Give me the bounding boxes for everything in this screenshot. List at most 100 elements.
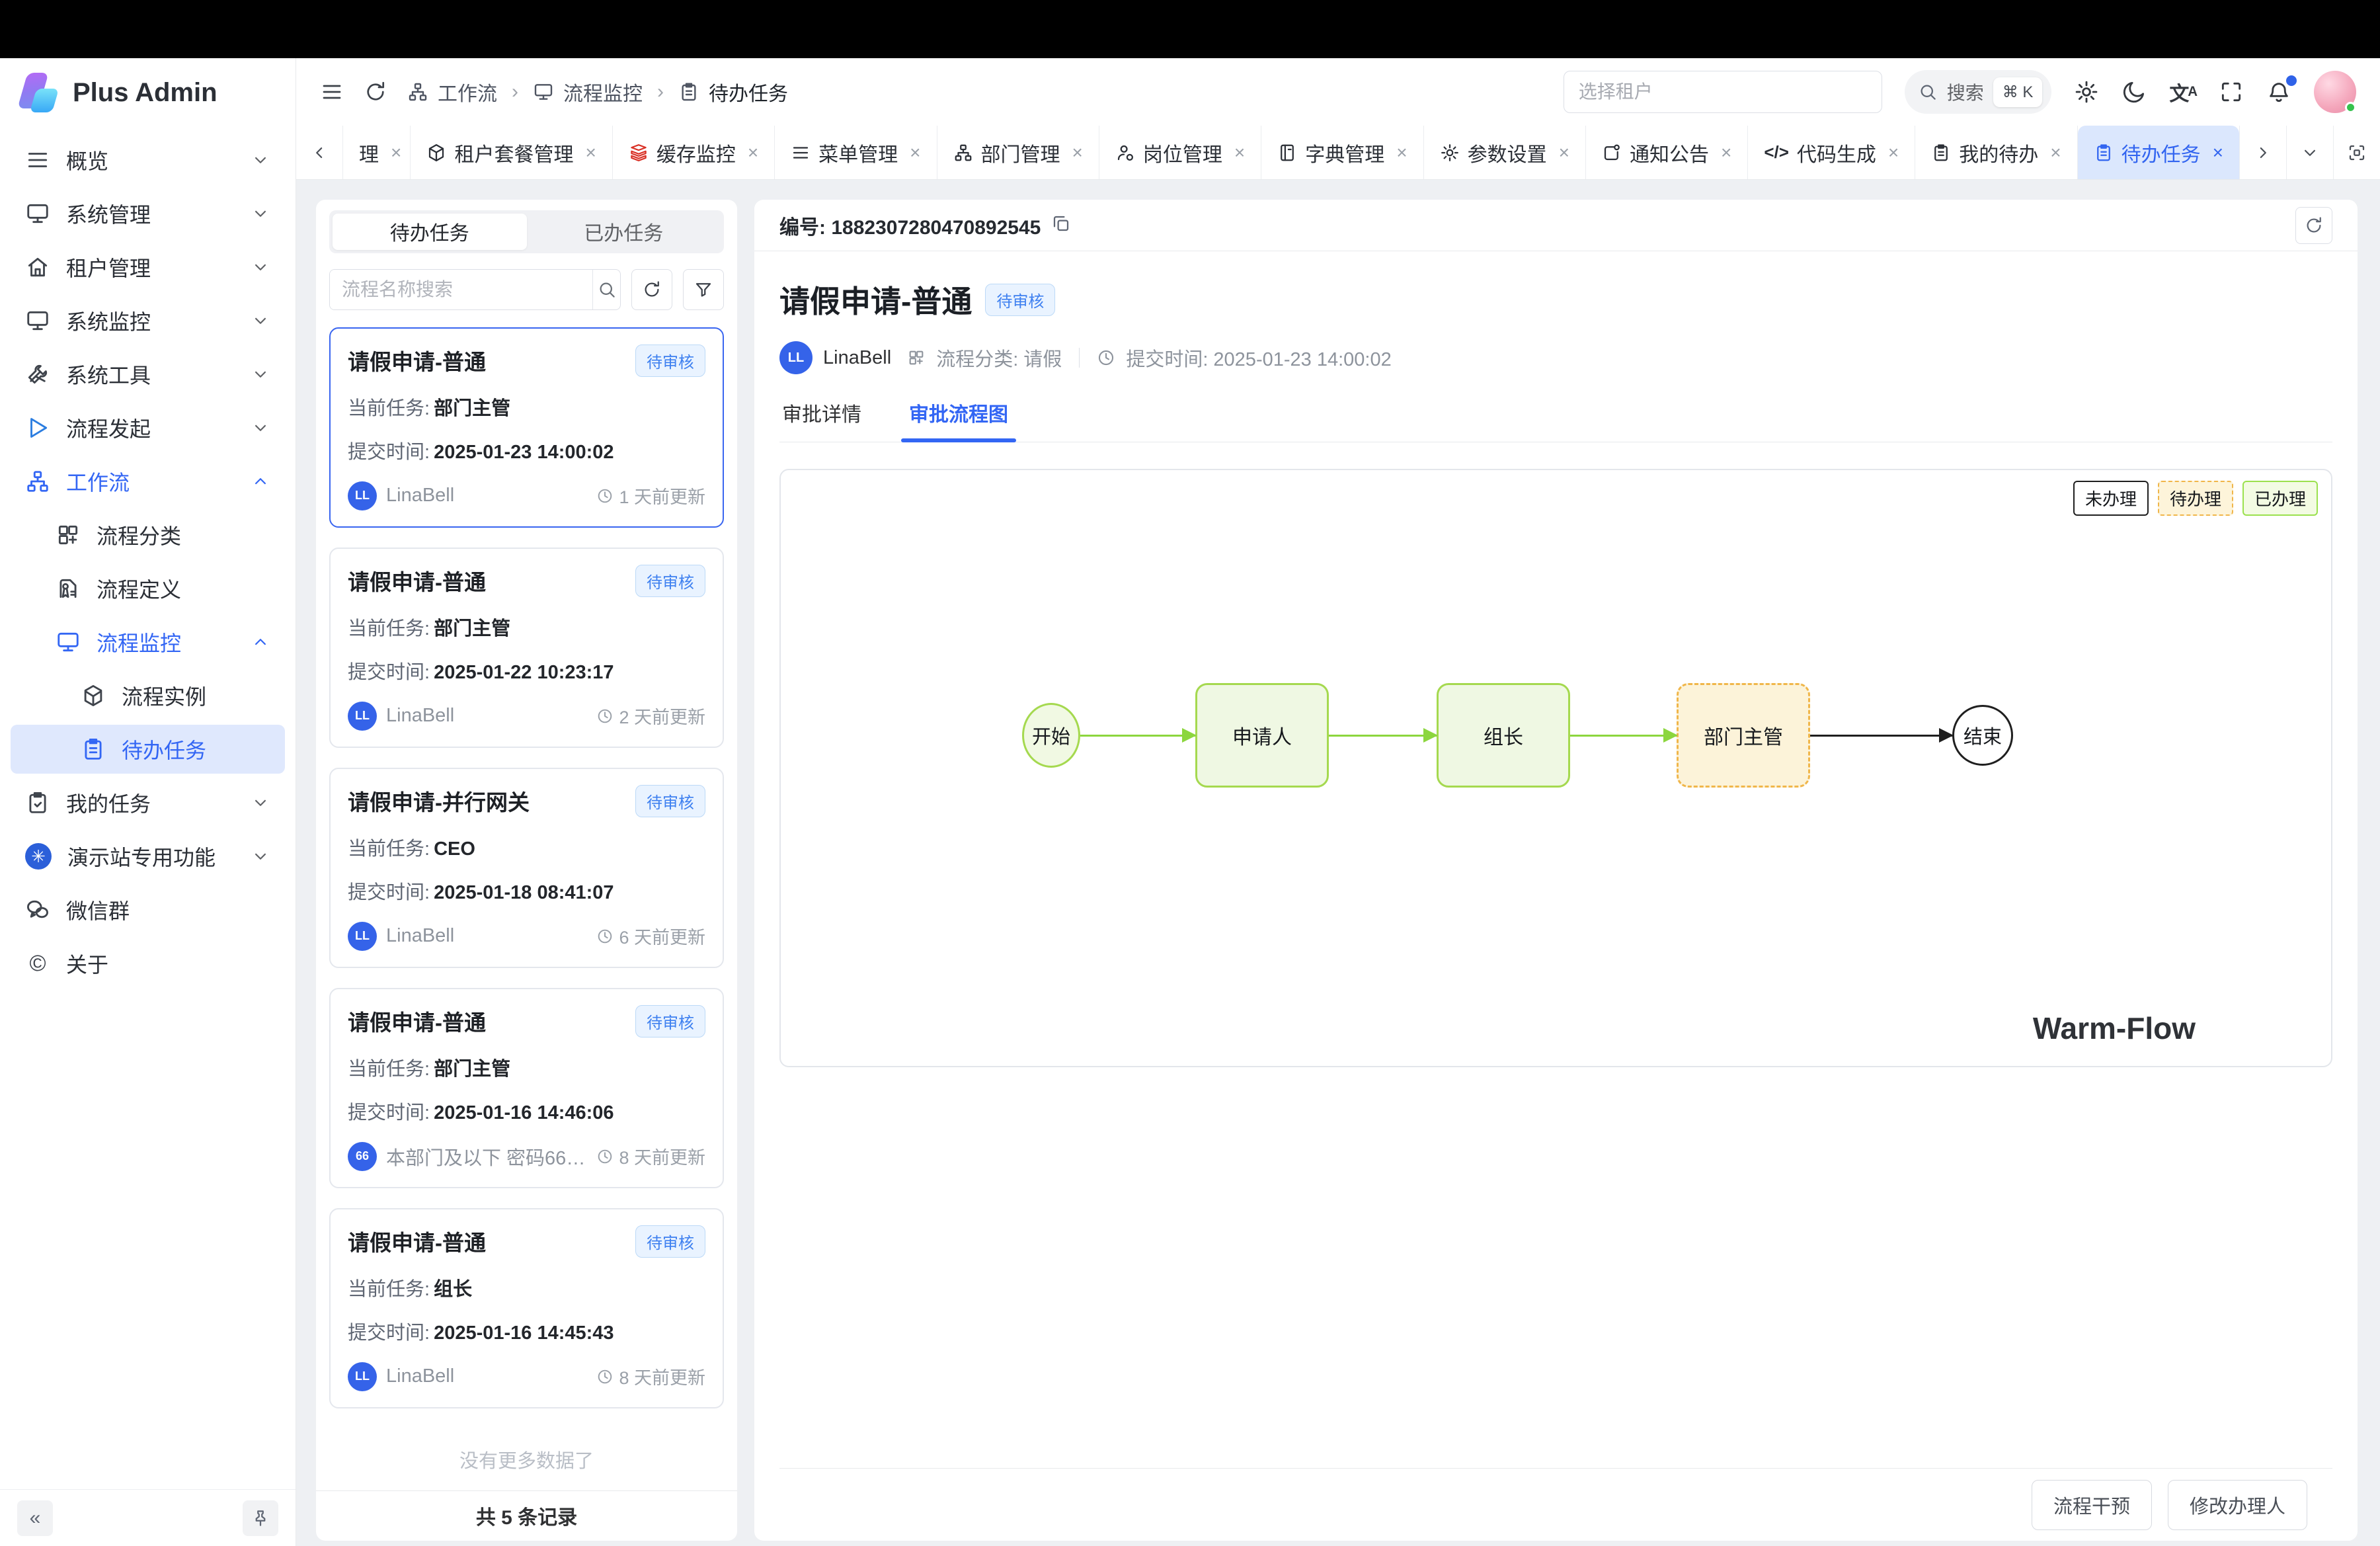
flow-node-start[interactable]: 开始 <box>1022 703 1080 768</box>
sidebar-item-workflow[interactable]: 工作流 <box>11 457 285 506</box>
book-icon <box>1277 143 1297 163</box>
sidebar-item-system-monitor[interactable]: 系统监控 <box>11 296 285 345</box>
page-tab-active[interactable]: 待办任务× <box>2078 126 2239 179</box>
search-button[interactable] <box>592 270 620 309</box>
page-tab[interactable]: 通知公告× <box>1586 126 1748 179</box>
flow-node-team-leader[interactable]: 组长 <box>1437 683 1570 788</box>
user-avatar[interactable] <box>2314 71 2356 113</box>
clipboard-icon <box>81 737 106 762</box>
flowchart-canvas[interactable]: 未办理 待办理 已办理 开始 申请人 组长 部门主管 结束 <box>779 469 2332 1067</box>
language-switch-icon[interactable]: 文ᴬ <box>2169 77 2196 106</box>
tab-approval-flowchart[interactable]: 审批流程图 <box>906 398 1011 442</box>
sidebar-item-label: 流程分类 <box>97 520 181 550</box>
sidebar-item-process-instance[interactable]: 流程实例 <box>11 671 285 720</box>
page-tab[interactable]: 菜单管理× <box>775 126 937 179</box>
close-icon[interactable]: × <box>2213 142 2223 163</box>
flow-node-applicant[interactable]: 申请人 <box>1195 683 1329 788</box>
detail-header: 编号: 1882307280470892545 <box>754 200 2358 251</box>
detail-body: 请假申请-普通 待审核 LL LinaBell 流程分类: 请假 提交时间: 2… <box>754 251 2358 1541</box>
sidebar-item-process-start[interactable]: 流程发起 <box>11 403 285 452</box>
sidebar-item-system-tools[interactable]: 系统工具 <box>11 350 285 399</box>
tabs-dropdown-button[interactable] <box>2286 126 2333 179</box>
sidebar-item-demo-features[interactable]: ✳ 演示站专用功能 <box>11 832 285 881</box>
sidebar-item-system-management[interactable]: 系统管理 <box>11 189 285 238</box>
breadcrumb-item[interactable]: 流程监控 <box>563 77 643 106</box>
close-icon[interactable]: × <box>1396 142 1407 163</box>
sidebar-item-about[interactable]: © 关于 <box>11 939 285 988</box>
sidebar-item-tenant-management[interactable]: 租户管理 <box>11 243 285 292</box>
task-card[interactable]: 请假申请-普通 待审核 当前任务:部门主管 提交时间:2025-01-22 10… <box>329 548 724 748</box>
close-icon[interactable]: × <box>1559 142 1569 163</box>
sidebar-item-wechat-group[interactable]: 微信群 <box>11 885 285 934</box>
close-icon[interactable]: × <box>1234 142 1245 163</box>
close-icon[interactable]: × <box>2050 142 2061 163</box>
page-tab[interactable]: 我的待办× <box>1915 126 2077 179</box>
tab-approval-details[interactable]: 审批详情 <box>779 398 864 442</box>
clipboard-icon <box>2094 143 2114 163</box>
global-search-button[interactable]: 搜索 ⌘ K <box>1905 70 2052 114</box>
segment-done-tasks[interactable]: 已办任务 <box>527 214 721 250</box>
initiator-name: LinaBell <box>386 925 587 947</box>
initiator-name: LinaBell <box>386 485 587 507</box>
dark-mode-moon-icon[interactable] <box>2122 79 2147 104</box>
close-icon[interactable]: × <box>910 142 920 163</box>
sidebar-item-label: 系统工具 <box>66 359 151 389</box>
page-tab[interactable]: 缓存监控× <box>613 126 775 179</box>
close-icon[interactable]: × <box>391 142 401 163</box>
settings-gear-icon[interactable] <box>2074 79 2099 104</box>
close-icon[interactable]: × <box>585 142 596 163</box>
notifications-bell-icon[interactable] <box>2266 79 2291 104</box>
flow-node-department-manager[interactable]: 部门主管 <box>1677 683 1810 788</box>
close-icon[interactable]: × <box>748 142 758 163</box>
process-intervene-button[interactable]: 流程干预 <box>2032 1480 2152 1530</box>
divider <box>1079 348 1080 368</box>
tabs-fullscreen-button[interactable] <box>2333 126 2380 179</box>
sidebar-item-label: 概览 <box>66 145 108 175</box>
page-tab[interactable]: 参数设置× <box>1424 126 1586 179</box>
hamburger-menu-icon[interactable] <box>320 80 344 104</box>
current-task-row: 当前任务:CEO <box>348 833 705 861</box>
change-assignee-button[interactable]: 修改办理人 <box>2168 1480 2307 1530</box>
redis-icon <box>629 143 649 163</box>
tabs-scroll-left-button[interactable] <box>296 126 343 179</box>
chevron-down-icon <box>251 418 270 438</box>
task-card[interactable]: 请假申请-普通 待审核 当前任务:部门主管 提交时间:2025-01-16 14… <box>329 988 724 1188</box>
page-tab[interactable]: </> 代码生成× <box>1748 126 1915 179</box>
flow-node-end[interactable]: 结束 <box>1952 705 2013 766</box>
sidebar-item-process-monitor[interactable]: 流程监控 <box>11 618 285 667</box>
task-search-input[interactable] <box>330 270 592 309</box>
tenant-select-input[interactable] <box>1564 71 1882 113</box>
copy-icon[interactable] <box>1051 214 1071 237</box>
page-tab[interactable]: 部门管理× <box>937 126 1099 179</box>
fullscreen-icon[interactable] <box>2219 79 2244 104</box>
submit-time-row: 提交时间:2025-01-16 14:46:06 <box>348 1097 705 1125</box>
task-card[interactable]: 请假申请-普通 待审核 当前任务:部门主管 提交时间:2025-01-23 14… <box>329 327 724 528</box>
sidebar-item-my-tasks[interactable]: 我的任务 <box>11 778 285 827</box>
sidebar-item-process-definition[interactable]: 流程定义 <box>11 564 285 613</box>
refresh-page-icon[interactable] <box>364 80 387 104</box>
submit-time-row: 提交时间:2025-01-23 14:00:02 <box>348 436 705 464</box>
task-card[interactable]: 请假申请-普通 待审核 当前任务:组长 提交时间:2025-01-16 14:4… <box>329 1208 724 1408</box>
sidebar-menu: 概览 系统管理 租户管理 系统监控 系统工具 <box>0 127 296 1489</box>
pin-icon[interactable] <box>243 1500 278 1536</box>
segment-todo-tasks[interactable]: 待办任务 <box>333 214 527 250</box>
flow-connector <box>1329 735 1437 737</box>
sidebar-item-process-category[interactable]: 流程分类 <box>11 510 285 559</box>
clock-icon <box>596 928 614 945</box>
close-icon[interactable]: × <box>1072 142 1083 163</box>
task-card[interactable]: 请假申请-并行网关 待审核 当前任务:CEO 提交时间:2025-01-18 0… <box>329 768 724 968</box>
page-tab[interactable]: 字典管理× <box>1261 126 1423 179</box>
close-icon[interactable]: × <box>1888 142 1899 163</box>
refresh-detail-button[interactable] <box>2295 207 2332 244</box>
filter-button[interactable] <box>683 269 724 310</box>
sidebar-item-todo-tasks[interactable]: 待办任务 <box>11 725 285 774</box>
breadcrumb-item[interactable]: 工作流 <box>438 77 497 106</box>
collapse-sidebar-button[interactable]: « <box>17 1500 53 1536</box>
tabs-scroll-right-button[interactable] <box>2239 126 2286 179</box>
page-tab[interactable]: 岗位管理× <box>1099 126 1261 179</box>
reset-button[interactable] <box>631 269 672 310</box>
page-tab[interactable]: 理× <box>343 126 411 179</box>
close-icon[interactable]: × <box>1721 142 1731 163</box>
sidebar-item-overview[interactable]: 概览 <box>11 136 285 184</box>
page-tab[interactable]: 租户套餐管理× <box>411 126 612 179</box>
